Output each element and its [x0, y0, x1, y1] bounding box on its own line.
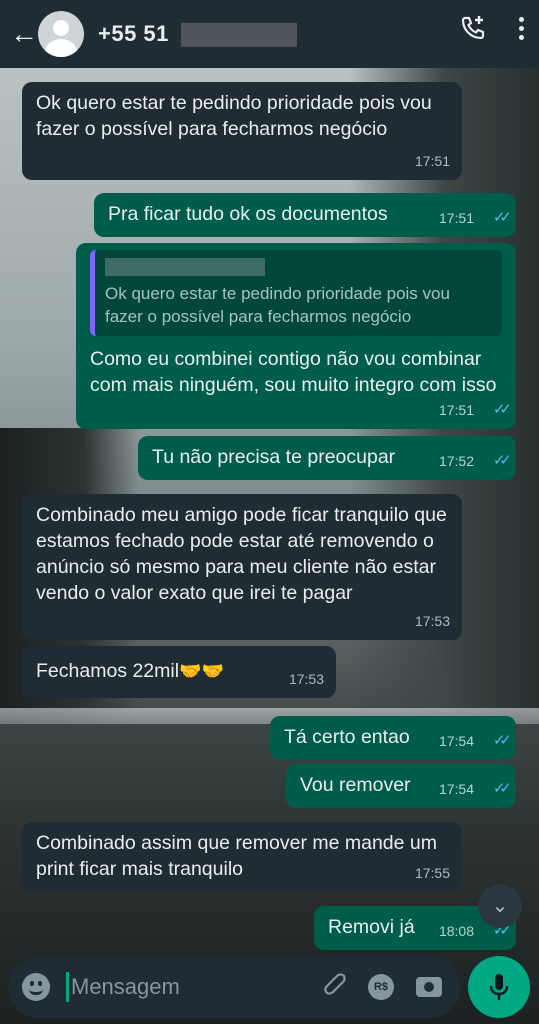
- message-text: Combinado assim que remover me mande um …: [36, 832, 438, 880]
- paperclip-icon[interactable]: [322, 971, 346, 1003]
- header-actions: [459, 14, 525, 42]
- message-outgoing[interactable]: Vou remover 17:54 ✓✓: [286, 764, 516, 808]
- read-ticks-icon: ✓✓: [492, 209, 512, 226]
- message-outgoing-reply[interactable]: Ok quero estar te pedindo prioridade poi…: [76, 243, 516, 429]
- message-text: Ok quero estar te pedindo prioridade poi…: [36, 92, 432, 140]
- message-outgoing[interactable]: Tu não precisa te preocupar 17:52 ✓✓: [138, 436, 516, 480]
- message-incoming[interactable]: Fechamos 22mil🤝🤝 17:53: [22, 646, 336, 698]
- scroll-down-button[interactable]: ⌄: [478, 884, 522, 928]
- handshake-emoji: 🤝🤝: [179, 661, 224, 681]
- microphone-button[interactable]: [468, 956, 530, 1018]
- arrow-left-icon[interactable]: ←: [10, 20, 38, 48]
- message-text: Combinado meu amigo pode ficar tranquilo…: [36, 504, 447, 604]
- message-composer: Mensagem R$: [8, 956, 460, 1018]
- contact-name[interactable]: +55 51: [98, 20, 297, 48]
- quoted-text: Ok quero estar te pedindo prioridade poi…: [105, 284, 450, 326]
- message-outgoing[interactable]: Pra ficar tudo ok os documentos 17:51 ✓✓: [94, 193, 516, 237]
- message-text: Como eu combinei contigo não vou combina…: [90, 348, 497, 396]
- message-time: 17:55: [414, 865, 450, 881]
- read-ticks-icon: ✓✓: [492, 732, 512, 749]
- avatar-shoulders: [45, 39, 77, 57]
- avatar[interactable]: [38, 11, 84, 57]
- message-time: 17:53: [414, 613, 450, 629]
- message-incoming[interactable]: Combinado assim que remover me mande um …: [22, 822, 462, 892]
- avatar-head: [53, 20, 69, 36]
- message-time: 17:54: [438, 781, 474, 797]
- message-incoming[interactable]: Ok quero estar te pedindo prioridade poi…: [22, 82, 462, 180]
- message-time: 17:51: [438, 402, 474, 418]
- quoted-message[interactable]: Ok quero estar te pedindo prioridade poi…: [90, 250, 502, 336]
- message-time: 17:51: [438, 210, 474, 226]
- add-call-icon[interactable]: [459, 14, 487, 42]
- contact-number: +55 51: [98, 20, 169, 46]
- more-vertical-icon[interactable]: [517, 14, 525, 42]
- microphone-icon: [489, 974, 509, 1000]
- message-text: Fechamos 22mil: [36, 660, 180, 682]
- camera-icon[interactable]: [416, 977, 442, 997]
- chat-header: ← +55 51: [0, 0, 539, 68]
- message-time: 17:52: [438, 453, 474, 469]
- read-ticks-icon: ✓✓: [492, 780, 512, 797]
- message-input[interactable]: Mensagem: [71, 974, 322, 1000]
- message-outgoing[interactable]: Tá certo entao 17:54 ✓✓: [270, 716, 516, 760]
- message-incoming[interactable]: Combinado meu amigo pode ficar tranquilo…: [22, 494, 462, 640]
- payment-icon[interactable]: R$: [368, 974, 394, 1000]
- message-time: 17:51: [414, 153, 450, 169]
- redacted-quote-author: [105, 258, 265, 276]
- double-chevron-down-icon: ⌄: [491, 895, 509, 917]
- redacted-number: [180, 23, 297, 48]
- message-time: 18:08: [438, 923, 474, 939]
- text-cursor: [66, 972, 69, 1002]
- read-ticks-icon: ✓✓: [492, 401, 512, 418]
- message-time: 17:53: [288, 671, 324, 687]
- emoji-icon[interactable]: [22, 973, 50, 1001]
- message-text: Removi já: [328, 916, 415, 938]
- read-ticks-icon: ✓✓: [492, 452, 512, 469]
- message-time: 17:54: [438, 733, 474, 749]
